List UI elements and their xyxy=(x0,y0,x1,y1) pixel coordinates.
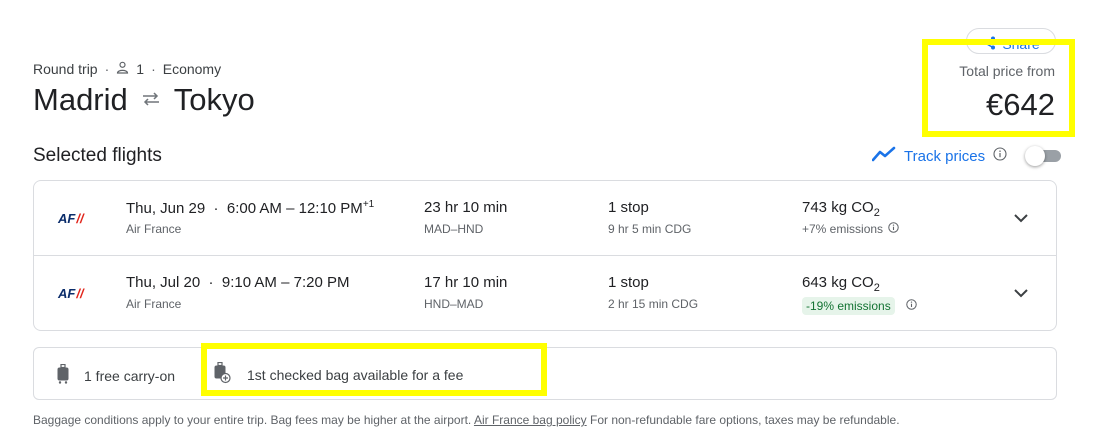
baggage-footnote: Baggage conditions apply to your entire … xyxy=(33,413,900,427)
swap-arrows-icon xyxy=(140,82,162,118)
checked-bag-info: 1st checked bag available for a fee xyxy=(213,361,464,387)
emissions-badge: -19% emissions xyxy=(802,297,895,315)
cabin-class: Economy xyxy=(162,61,222,77)
co2-value: 743 kg CO xyxy=(802,199,874,216)
flight-row-return[interactable]: AF// Thu, Jul 20 · 9:10 AM – 7:20 PM Air… xyxy=(34,256,1056,331)
footnote-text-after: For non-refundable fare options, taxes m… xyxy=(590,413,900,427)
emissions-info: -19% emissions xyxy=(802,297,917,315)
emissions-label: +7% emissions xyxy=(802,222,884,236)
trend-line-icon xyxy=(871,145,896,167)
total-price-highlight: Total price from €642 xyxy=(922,39,1075,137)
info-icon[interactable] xyxy=(888,222,899,236)
carry-on-info: 1 free carry-on xyxy=(56,363,176,387)
flight-date: Thu, Jun 29 xyxy=(126,200,206,217)
flights-card: AF// Thu, Jun 29 · 6:00 AM – 12:10 PM+1 … xyxy=(33,180,1057,331)
track-prices-label[interactable]: Track prices xyxy=(904,148,985,165)
co2-amount: 643 kg CO2 xyxy=(802,274,880,294)
airline-name: Air France xyxy=(126,297,182,311)
info-icon[interactable] xyxy=(905,299,917,313)
checked-bag-fee-icon xyxy=(213,361,231,387)
co2-value: 643 kg CO xyxy=(802,274,874,291)
chevron-down-icon[interactable] xyxy=(1010,282,1032,304)
track-prices-toggle[interactable] xyxy=(1025,146,1062,166)
separator-dot: · xyxy=(151,61,156,77)
toggle-knob xyxy=(1025,146,1046,166)
airport-codes: MAD–HND xyxy=(424,222,484,236)
trip-summary: Round trip · 1 · Economy xyxy=(33,61,221,77)
flight-duration: 23 hr 10 min xyxy=(424,199,508,216)
checked-bag-label: 1st checked bag available for a fee xyxy=(247,366,464,383)
flight-time-range: 6:00 AM – 12:10 PM xyxy=(226,200,363,217)
flight-row-outbound[interactable]: AF// Thu, Jun 29 · 6:00 AM – 12:10 PM+1 … xyxy=(34,181,1056,256)
route-title: Madrid Tokyo xyxy=(33,82,255,118)
co2-subscript: 2 xyxy=(873,282,880,294)
info-icon[interactable] xyxy=(993,147,1007,165)
flight-times: Thu, Jun 29 · 6:00 AM – 12:10 PM+1 xyxy=(126,199,375,217)
footnote-text-before: Baggage conditions apply to your entire … xyxy=(33,413,472,427)
bag-policy-link[interactable]: Air France bag policy xyxy=(474,413,587,427)
chevron-down-icon[interactable] xyxy=(1010,207,1032,229)
layover-info: 9 hr 5 min CDG xyxy=(608,222,692,236)
origin-city: Madrid xyxy=(33,82,128,117)
flight-date: Thu, Jul 20 xyxy=(126,274,201,291)
day-offset: +1 xyxy=(362,199,375,210)
flight-time-range: 9:10 AM – 7:20 PM xyxy=(221,274,350,291)
layover-info: 2 hr 15 min CDG xyxy=(608,297,699,311)
airport-codes: HND–MAD xyxy=(424,297,484,311)
stop-count: 1 stop xyxy=(608,274,649,291)
selected-flights-heading: Selected flights xyxy=(33,145,162,166)
flight-times: Thu, Jul 20 · 9:10 AM – 7:20 PM xyxy=(126,274,350,291)
co2-subscript: 2 xyxy=(873,207,880,219)
passenger-count: 1 xyxy=(136,61,145,77)
trip-type: Round trip xyxy=(33,61,98,77)
separator-dot: · xyxy=(104,61,110,77)
destination-city: Tokyo xyxy=(173,82,255,117)
emissions-info: +7% emissions xyxy=(802,222,899,236)
airline-name: Air France xyxy=(126,222,182,236)
carry-on-label: 1 free carry-on xyxy=(84,367,176,384)
total-price-value: €642 xyxy=(986,87,1055,122)
person-icon xyxy=(116,61,129,77)
air-france-logo-icon: AF// xyxy=(58,286,84,301)
track-prices[interactable]: Track prices xyxy=(871,145,1062,167)
carry-on-bag-icon xyxy=(56,363,70,387)
co2-amount: 743 kg CO2 xyxy=(802,199,880,219)
air-france-logo-icon: AF// xyxy=(58,211,84,226)
flight-duration: 17 hr 10 min xyxy=(424,274,508,291)
total-price-label: Total price from xyxy=(959,63,1055,79)
stop-count: 1 stop xyxy=(608,199,649,216)
